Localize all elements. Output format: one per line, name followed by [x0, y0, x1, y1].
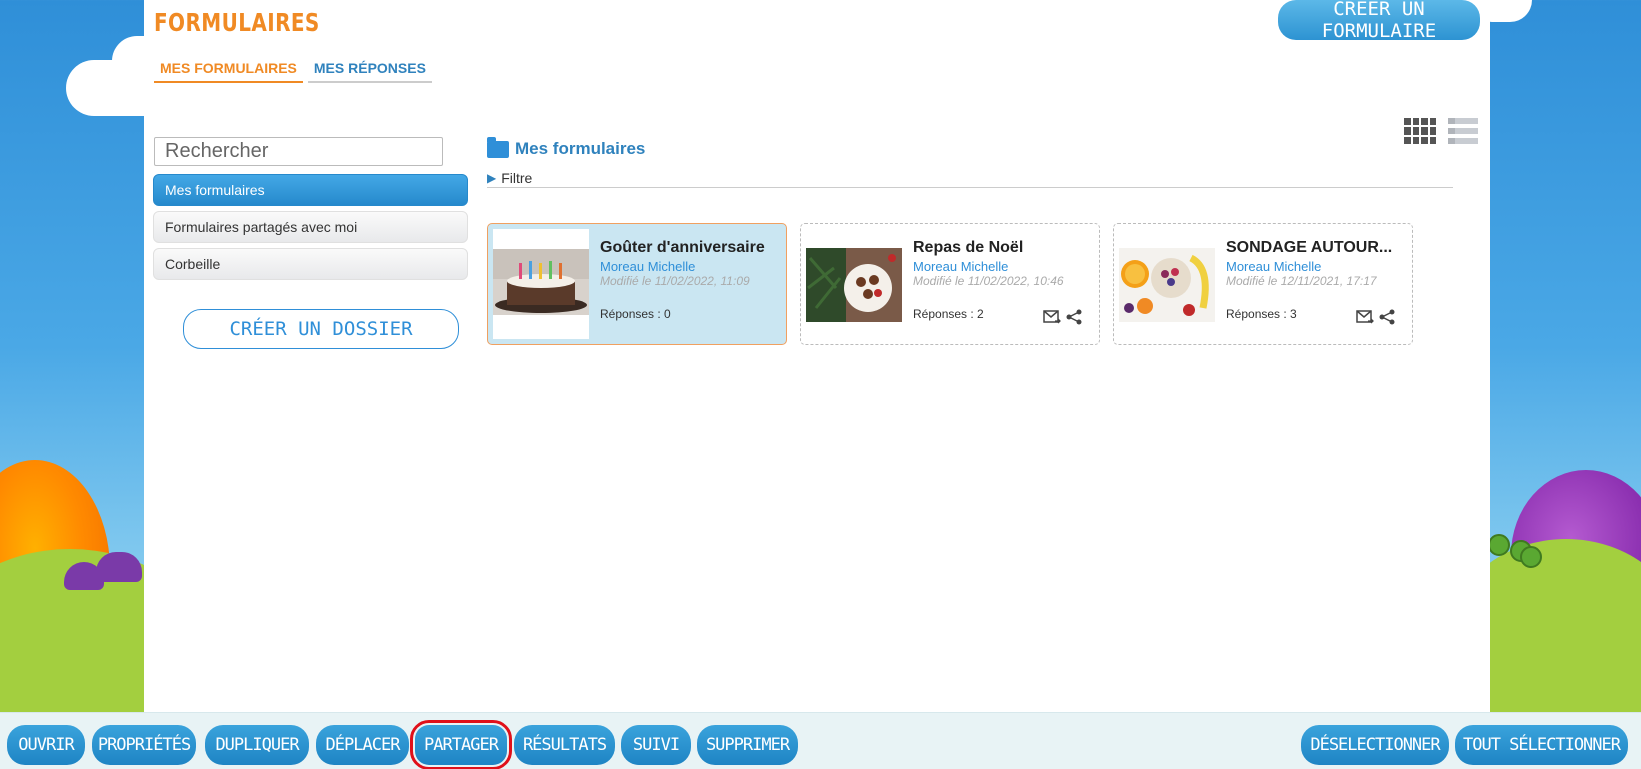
form-modified-date: Modifié le 11/02/2022, 11:09 — [600, 274, 750, 288]
main-panel: FORMULAIRES CRÉER UN FORMULAIRE MES FORM… — [144, 0, 1490, 712]
tree — [1520, 546, 1542, 568]
form-response-count: Réponses : 3 — [1226, 307, 1297, 321]
expand-triangle-icon: ▶ — [487, 171, 497, 185]
birthday-cake-image — [493, 249, 589, 315]
form-author: Moreau Michelle — [600, 259, 696, 274]
christmas-meal-image — [806, 248, 902, 322]
share-icon[interactable] — [1065, 309, 1083, 325]
action-toolbar: OUVRIR PROPRIÉTÉS DUPLIQUER DÉPLACER PAR… — [0, 712, 1641, 769]
share-button[interactable]: PARTAGER — [410, 720, 512, 769]
form-card[interactable]: SONDAGE AUTOUR... Moreau Michelle Modifi… — [1113, 223, 1413, 345]
share-icon[interactable] — [1378, 309, 1396, 325]
folder-icon — [487, 136, 509, 158]
search-input[interactable] — [154, 137, 443, 166]
tree — [1488, 534, 1510, 556]
form-response-count: Réponses : 2 — [913, 307, 984, 321]
tab-bar: MES FORMULAIRES MES RÉPONSES — [154, 56, 432, 83]
move-button[interactable]: DÉPLACER — [316, 725, 409, 765]
card-actions — [1043, 309, 1083, 325]
select-all-button[interactable]: TOUT SÉLECTIONNER — [1455, 725, 1628, 765]
page-title: FORMULAIRES — [154, 8, 320, 37]
sidebar-item-shared-forms[interactable]: Formulaires partagés avec moi — [153, 211, 468, 243]
form-card[interactable]: Goûter d'anniversaire Moreau Michelle Mo… — [487, 223, 787, 345]
mail-icon[interactable] — [1356, 310, 1374, 324]
sidebar-item-trash[interactable]: Corbeille — [153, 248, 468, 280]
purple-bush-2 — [96, 552, 142, 582]
form-card[interactable]: Repas de Noël Moreau Michelle Modifié le… — [800, 223, 1100, 345]
duplicate-button[interactable]: DUPLIQUER — [205, 725, 309, 765]
open-button[interactable]: OUVRIR — [7, 725, 85, 765]
form-thumbnail — [1119, 248, 1215, 322]
results-button[interactable]: RÉSULTATS — [514, 725, 615, 765]
section-title: Mes formulaires — [487, 136, 646, 159]
create-form-button[interactable]: CRÉER UN FORMULAIRE — [1278, 0, 1480, 42]
form-title: Repas de Noël — [913, 239, 1024, 256]
delete-button[interactable]: SUPPRIMER — [697, 725, 798, 765]
mail-icon[interactable] — [1043, 310, 1061, 324]
form-author: Moreau Michelle — [913, 259, 1009, 274]
form-modified-date: Modifié le 11/02/2022, 10:46 — [913, 274, 1064, 288]
form-title: Goûter d'anniversaire — [600, 239, 765, 256]
tab-my-forms[interactable]: MES FORMULAIRES — [154, 56, 303, 83]
deselect-button[interactable]: DÉSELECTIONNER — [1301, 725, 1449, 765]
form-author: Moreau Michelle — [1226, 259, 1322, 274]
form-response-count: Réponses : 0 — [600, 307, 671, 321]
form-thumbnail — [493, 229, 589, 339]
sidebar-item-my-forms[interactable]: Mes formulaires — [153, 174, 468, 206]
form-modified-date: Modifié le 12/11/2021, 17:17 — [1226, 274, 1377, 288]
card-actions — [1356, 309, 1396, 325]
create-folder-button[interactable]: CRÉER UN DOSSIER — [183, 309, 459, 349]
form-title: SONDAGE AUTOUR... — [1226, 239, 1393, 256]
section-title-label: Mes formulaires — [515, 139, 646, 158]
grid-view-icon[interactable] — [1404, 118, 1436, 144]
properties-button[interactable]: PROPRIÉTÉS — [92, 725, 196, 765]
tracking-button[interactable]: SUIVI — [621, 725, 691, 765]
list-view-icon[interactable] — [1448, 118, 1478, 144]
filter-label: Filtre — [501, 170, 533, 186]
tab-my-responses[interactable]: MES RÉPONSES — [307, 56, 432, 83]
view-mode-switch — [1404, 118, 1478, 144]
filter-toggle[interactable]: ▶ Filtre — [487, 170, 1453, 188]
form-thumbnail — [806, 248, 902, 322]
breakfast-image — [1119, 248, 1215, 322]
